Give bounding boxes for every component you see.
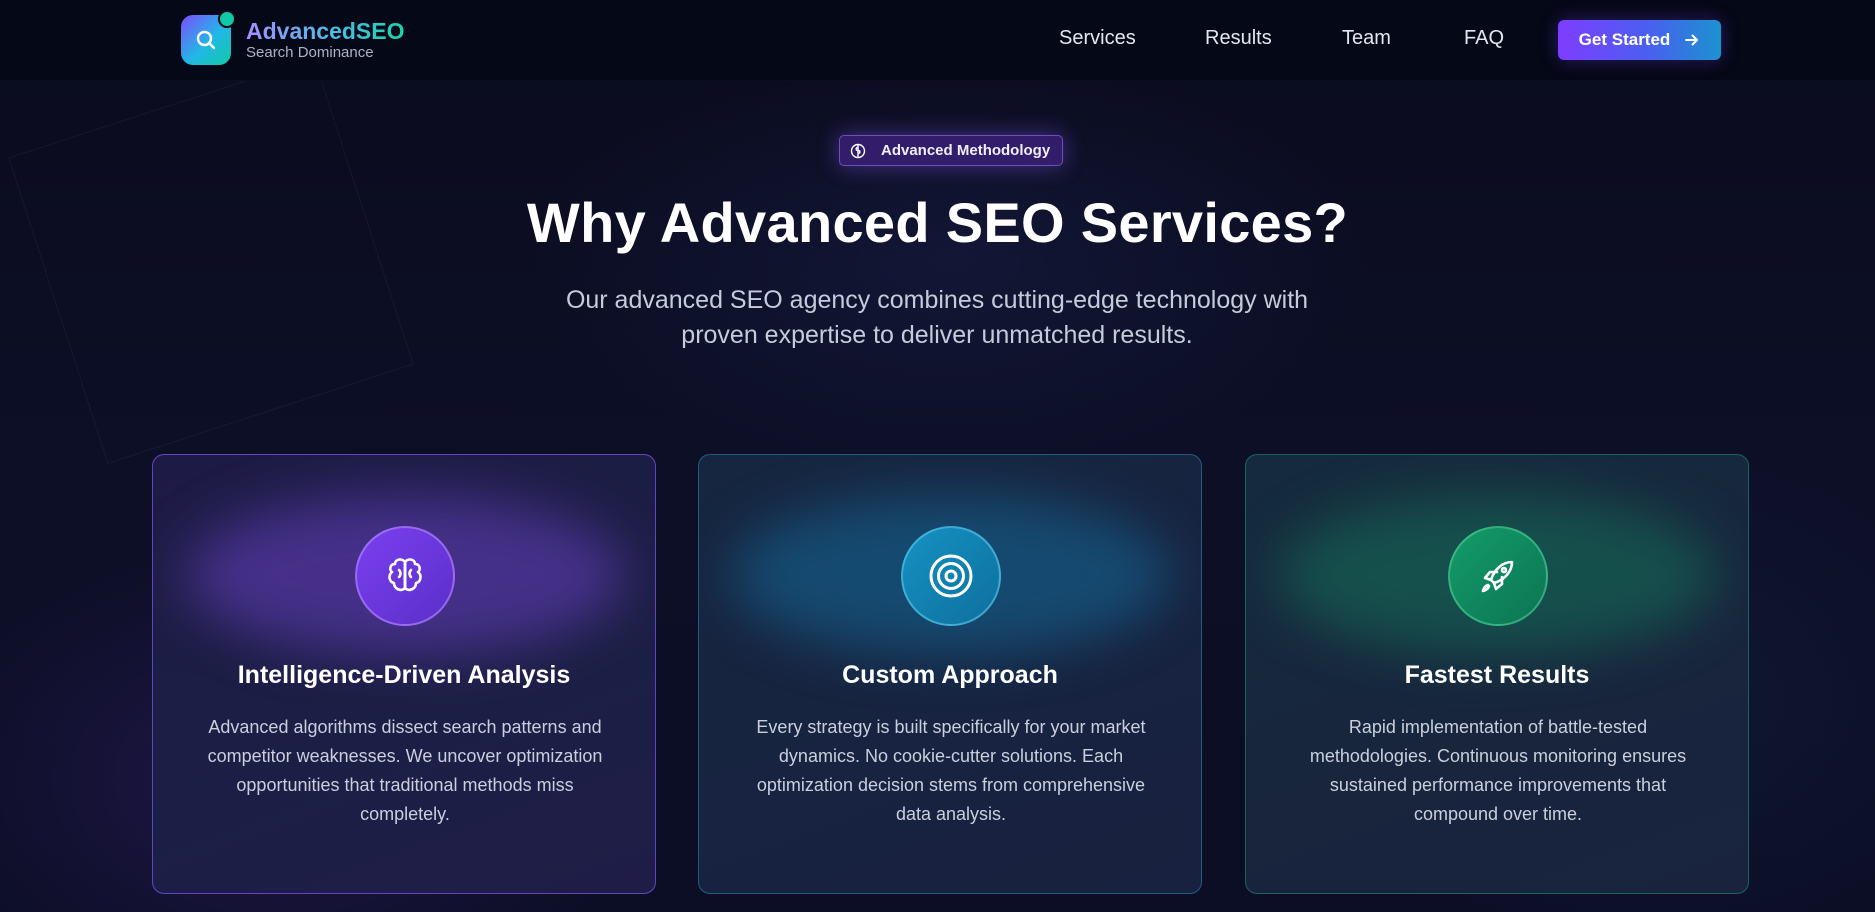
rocket-icon [1474, 552, 1522, 600]
brain-icon [381, 552, 429, 600]
brain-icon [849, 142, 867, 160]
card-icon-badge [901, 526, 1001, 626]
card-description: Every strategy is built specifically for… [756, 717, 1146, 824]
nav-item-faq[interactable]: FAQ [1464, 27, 1504, 50]
logo[interactable]: AdvancedSEO Search Dominance [181, 10, 405, 65]
get-started-label: Get Started [1578, 30, 1671, 49]
feature-card-custom: Custom Approach Every strategy is built … [698, 454, 1202, 894]
target-icon [926, 551, 976, 601]
feature-card-fastest: Fastest Results Rapid implementation of … [1245, 454, 1749, 894]
card-description: Rapid implementation of battle-tested me… [1309, 717, 1687, 824]
get-started-button[interactable]: Get Started [1558, 20, 1721, 60]
navbar: AdvancedSEO Search Dominance Services Re… [0, 0, 1875, 81]
card-title: Intelligence-Driven Analysis [237, 661, 571, 689]
nav-item-team[interactable]: Team [1342, 27, 1391, 50]
methodology-badge: Advanced Methodology [839, 135, 1063, 166]
brand-name: AdvancedSEO [246, 18, 405, 44]
card-title: Custom Approach [842, 661, 1058, 689]
feature-card-intelligence: Intelligence-Driven Analysis Advanced al… [152, 454, 656, 894]
logo-status-dot [218, 10, 236, 28]
card-description: Advanced algorithms dissect search patte… [207, 717, 603, 824]
nav-item-results[interactable]: Results [1205, 27, 1272, 50]
card-title: Fastest Results [1404, 661, 1590, 689]
nav-item-services[interactable]: Services [1059, 27, 1136, 50]
badge-label: Advanced Methodology [881, 142, 1051, 159]
card-icon-badge [355, 526, 455, 626]
card-icon-badge [1448, 526, 1548, 626]
logo-text: AdvancedSEO Search Dominance [246, 18, 405, 62]
page-subtitle: Our advanced SEO agency combines cutting… [565, 286, 1309, 349]
search-icon [194, 28, 218, 52]
brand-tagline: Search Dominance [246, 44, 374, 61]
page-title: Why Advanced SEO Services? [526, 191, 1349, 254]
arrow-right-icon [1684, 32, 1700, 48]
logo-mark [181, 10, 236, 65]
